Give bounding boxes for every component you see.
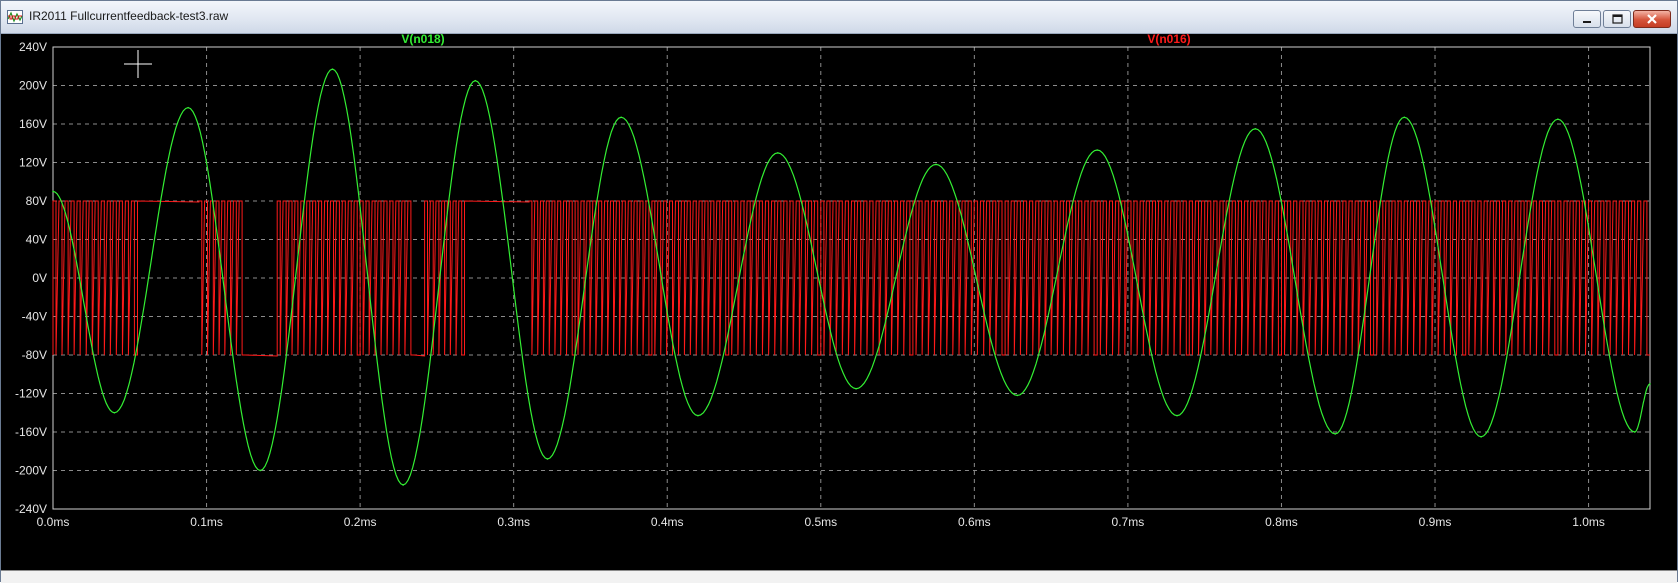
x-tick-label: 0.7ms bbox=[1112, 515, 1145, 529]
close-icon bbox=[1647, 14, 1657, 24]
y-tick-label: 80V bbox=[26, 194, 47, 208]
data-point bbox=[935, 163, 937, 166]
y-tick-label: -80V bbox=[22, 348, 47, 362]
data-point bbox=[402, 484, 404, 486]
close-button[interactable] bbox=[1633, 10, 1671, 28]
waveform-chart[interactable]: 240V 200V 160V 120V 80V 40V 0V -40V -80V -120V -16… bbox=[1, 34, 1677, 570]
data-point bbox=[1480, 436, 1482, 438]
maximize-button[interactable] bbox=[1603, 10, 1631, 28]
waveform-icon bbox=[7, 10, 23, 24]
x-tick-label: 0.9ms bbox=[1419, 515, 1452, 529]
y-tick-label: 200V bbox=[19, 79, 47, 93]
plot-pane[interactable]: 240V 200V 160V 120V 80V 40V 0V -40V -80V -120V -16… bbox=[1, 34, 1677, 570]
data-point bbox=[697, 414, 699, 417]
y-tick-label: 120V bbox=[19, 156, 47, 170]
data-point bbox=[1334, 433, 1337, 435]
data-point bbox=[1096, 149, 1098, 151]
x-tick-label: 0.3ms bbox=[497, 515, 530, 529]
data-point bbox=[546, 458, 549, 460]
data-point bbox=[187, 106, 189, 109]
waveform-viewer-window: IR2011 Fullcurrentfeedback-test3.raw 240… bbox=[0, 0, 1678, 583]
data-point bbox=[52, 190, 54, 193]
y-tick-label: 160V bbox=[19, 117, 47, 131]
y-tick-label: -40V bbox=[22, 310, 47, 324]
legend-v-n016[interactable]: V(n016) bbox=[1147, 34, 1190, 46]
chart-svg[interactable]: 240V 200V 160V 120V 80V 40V 0V -40V -80V -120V -16… bbox=[1, 34, 1677, 570]
data-point bbox=[855, 387, 857, 390]
x-tick-label: 0.8ms bbox=[1265, 515, 1298, 529]
x-tick-label: 0.0ms bbox=[37, 515, 70, 529]
minimize-icon bbox=[1583, 21, 1591, 23]
data-point bbox=[474, 79, 477, 82]
y-tick-label: -200V bbox=[15, 464, 47, 478]
y-tick-label: 40V bbox=[26, 233, 47, 247]
data-point bbox=[776, 152, 779, 154]
data-point bbox=[259, 469, 262, 472]
data-point bbox=[1633, 431, 1636, 433]
y-tick-label: -120V bbox=[15, 387, 47, 401]
data-point bbox=[1176, 414, 1178, 417]
x-tick-label: 0.2ms bbox=[344, 515, 377, 529]
schematic-strip bbox=[1, 570, 1677, 583]
y-tick-label: 240V bbox=[19, 40, 47, 54]
data-point bbox=[1649, 383, 1651, 385]
y-tick-label: -240V bbox=[15, 502, 47, 516]
data-point bbox=[331, 68, 334, 70]
data-point bbox=[1403, 116, 1406, 119]
data-point bbox=[620, 116, 622, 119]
x-tick-label: 0.5ms bbox=[804, 515, 837, 529]
x-tick-label: 0.6ms bbox=[958, 515, 991, 529]
y-tick-label: -160V bbox=[15, 425, 47, 439]
x-tick-label: 1.0ms bbox=[1572, 515, 1605, 529]
data-point bbox=[1016, 394, 1019, 397]
data-point bbox=[1254, 128, 1257, 130]
y-tick-label: 0V bbox=[32, 271, 47, 285]
legend-v-n018[interactable]: V(n018) bbox=[401, 34, 444, 46]
maximize-icon bbox=[1612, 14, 1623, 24]
window-title: IR2011 Fullcurrentfeedback-test3.raw bbox=[29, 9, 229, 23]
data-point bbox=[1557, 118, 1559, 120]
x-tick-label: 0.4ms bbox=[651, 515, 684, 529]
x-tick-label: 0.1ms bbox=[190, 515, 223, 529]
data-point bbox=[113, 411, 116, 414]
title-bar[interactable]: IR2011 Fullcurrentfeedback-test3.raw bbox=[1, 1, 1677, 34]
minimize-button[interactable] bbox=[1573, 10, 1601, 28]
